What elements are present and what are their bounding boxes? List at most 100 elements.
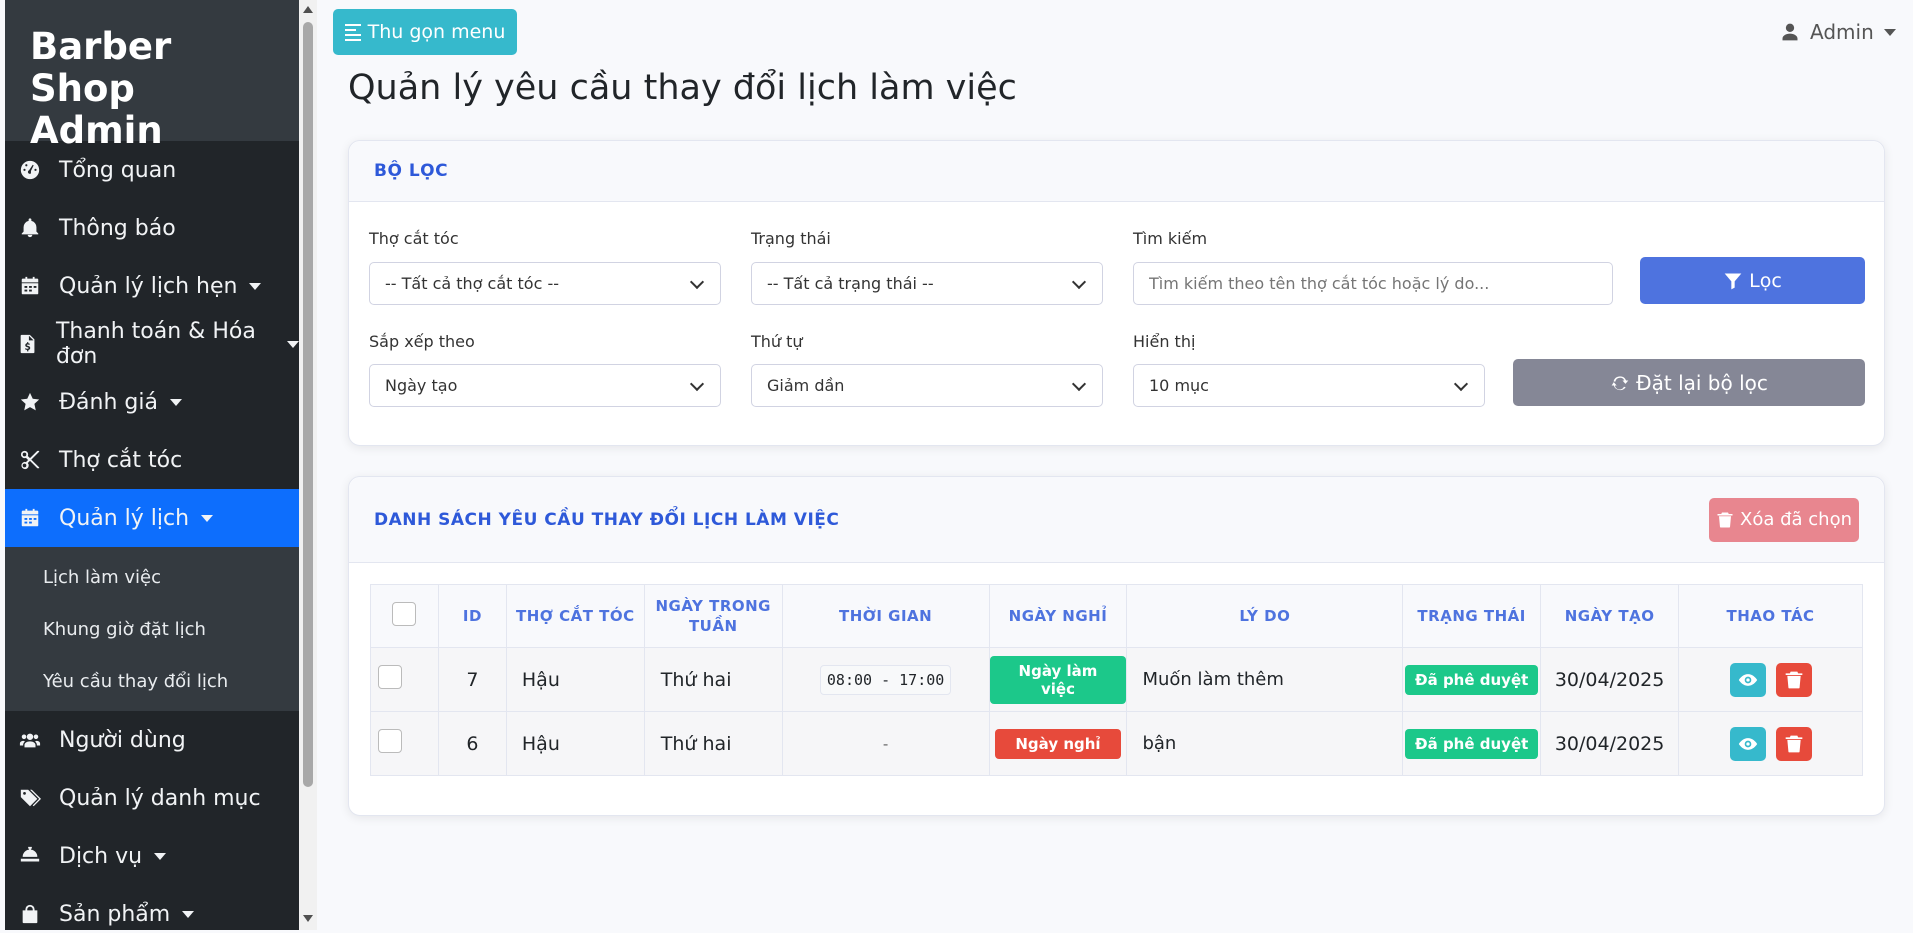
user-menu[interactable]: Admin [1780, 20, 1896, 44]
id-cell: 7 [437, 647, 507, 712]
reason-cell: bận [1126, 711, 1404, 776]
calendar-icon [17, 505, 43, 531]
row-select-cell [370, 711, 439, 776]
submenu-item-work-schedule[interactable]: Lịch làm việc [5, 551, 299, 603]
barber-cell: Hậu [505, 711, 645, 776]
tags-icon [17, 785, 43, 811]
sidebar-item-products[interactable]: Sản phẩm [5, 885, 299, 930]
search-input[interactable] [1133, 262, 1613, 305]
created-date-cell: 30/04/2025 [1540, 711, 1680, 776]
submenu-item-booking-slots[interactable]: Khung giờ đặt lịch [5, 603, 299, 655]
user-icon [1782, 23, 1798, 41]
column-header[interactable]: NGÀY TẠO [1540, 584, 1680, 648]
barber-select[interactable]: -- Tất cả thợ cắt tóc -- [369, 262, 721, 305]
column-header[interactable]: ID [437, 584, 507, 648]
scrollbar-thumb[interactable] [303, 22, 313, 787]
time-cell: - [781, 711, 990, 776]
chevron-down-icon [1071, 274, 1087, 290]
scroll-up-arrow-icon[interactable] [303, 6, 313, 13]
filter-funnel-icon [1724, 273, 1742, 289]
day-off-badge: Ngày làm việc [989, 655, 1127, 704]
page-title: Quản lý yêu cầu thay đổi lịch làm việc [348, 68, 1017, 108]
row-checkbox[interactable] [378, 665, 402, 689]
sidebar-item-label: Tổng quan [59, 157, 177, 183]
submenu-item-change-requests[interactable]: Yêu cầu thay đổi lịch [5, 655, 299, 707]
reset-filter-button[interactable]: Đặt lại bộ lọc [1513, 359, 1865, 406]
select-all-checkbox[interactable] [392, 601, 417, 626]
sidebar-item-schedule[interactable]: Quản lý lịch [5, 489, 299, 547]
sidebar-item-appointments[interactable]: Quản lý lịch hẹn [5, 257, 299, 315]
time-cell: 08:00 - 17:00 [781, 647, 990, 712]
column-header[interactable]: NGÀY TRONG TUẦN [643, 584, 783, 648]
table-header-row: ID THỢ CẮT TÓC NGÀY TRONG TUẦN THỜI GIAN… [370, 584, 1863, 648]
chevron-down-icon [689, 274, 705, 290]
row-select-cell [370, 647, 439, 712]
collapse-menu-button[interactable]: Thu gọn menu [333, 9, 517, 55]
shopping-bag-icon [17, 901, 43, 927]
brand-title: Barber Shop Admin [5, 0, 299, 152]
select-all-cell [370, 584, 439, 648]
user-name: Admin [1810, 20, 1874, 44]
scissors-icon [17, 447, 43, 473]
order-select[interactable]: Giảm dần [751, 364, 1103, 407]
delete-selected-button[interactable]: Xóa đã chọn [1709, 497, 1859, 542]
requests-list-card: DANH SÁCH YÊU CẦU THAY ĐỔI LỊCH LÀM VIỆC… [348, 476, 1885, 816]
caret-down-icon [249, 282, 262, 290]
day-off-cell: Ngày làm việc [988, 647, 1128, 712]
sort-label: Sắp xếp theo [369, 332, 475, 351]
schedule-submenu: Lịch làm việc Khung giờ đặt lịch Yêu cầu… [5, 547, 299, 711]
sort-select[interactable]: Ngày tạo [369, 364, 721, 407]
sidebar-item-notifications[interactable]: Thông báo [5, 199, 299, 257]
filter-button[interactable]: Lọc [1640, 257, 1865, 304]
actions-cell [1678, 711, 1863, 776]
column-header[interactable]: LÝ DO [1126, 584, 1404, 648]
sidebar-item-label: Thợ cắt tóc [59, 447, 183, 473]
sidebar: Barber Shop Admin Tổng quan Thông báo Qu… [5, 0, 299, 930]
sync-icon [1611, 375, 1629, 390]
filter-button-label: Lọc [1749, 269, 1782, 292]
sidebar-item-label: Thanh toán & Hóa đơn [55, 319, 256, 369]
filter-card: BỘ LỌC Thợ cắt tóc -- Tất cả thợ cắt tóc… [348, 140, 1885, 446]
sidebar-item-barbers[interactable]: Thợ cắt tóc [5, 431, 299, 489]
scroll-down-arrow-icon[interactable] [303, 915, 313, 922]
delete-button[interactable] [1775, 726, 1812, 761]
collapse-menu-label: Thu gọn menu [367, 21, 506, 43]
sidebar-item-services[interactable]: Dịch vụ [5, 827, 299, 885]
view-button[interactable] [1729, 662, 1766, 697]
delete-selected-label: Xóa đã chọn [1740, 509, 1852, 530]
calendar-icon [17, 273, 43, 299]
menu-lines-icon [344, 21, 361, 44]
column-header[interactable]: TRẠNG THÁI [1402, 584, 1542, 648]
table-row: 7 Hậu Thứ hai 08:00 - 17:00 Ngày làm việ… [370, 647, 1863, 712]
invoice-icon [17, 331, 40, 357]
sidebar-item-categories[interactable]: Quản lý danh mục [5, 769, 299, 827]
eye-icon [1738, 673, 1757, 686]
sidebar-scrollbar[interactable] [299, 0, 317, 930]
reason-cell: Muốn làm thêm [1126, 647, 1404, 712]
order-label: Thứ tự [751, 332, 803, 351]
delete-button[interactable] [1775, 662, 1812, 697]
bell-icon [17, 215, 43, 241]
status-select[interactable]: -- Tất cả trạng thái -- [751, 262, 1103, 305]
weekday-cell: Thứ hai [643, 647, 783, 712]
display-label: Hiển thị [1133, 332, 1196, 351]
barber-filter-label: Thợ cắt tóc [369, 229, 459, 248]
reset-button-label: Đặt lại bộ lọc [1636, 370, 1768, 395]
requests-table: ID THỢ CẮT TÓC NGÀY TRONG TUẦN THỜI GIAN… [370, 584, 1863, 776]
trash-icon [1785, 735, 1802, 752]
view-button[interactable] [1729, 726, 1766, 761]
list-card-header: DANH SÁCH YÊU CẦU THAY ĐỔI LỊCH LÀM VIỆC… [349, 477, 1884, 563]
created-date-cell: 30/04/2025 [1540, 647, 1680, 712]
chevron-down-icon [1453, 376, 1469, 392]
column-header[interactable]: THỜI GIAN [781, 584, 990, 648]
column-header[interactable]: THỢ CẮT TÓC [505, 584, 645, 648]
column-header[interactable]: NGÀY NGHỈ [988, 584, 1128, 648]
day-off-badge: Ngày nghỉ [995, 728, 1121, 759]
sidebar-item-users[interactable]: Người dùng [5, 711, 299, 769]
sort-select-value: Ngày tạo [385, 376, 458, 395]
sidebar-item-payments[interactable]: Thanh toán & Hóa đơn [5, 315, 299, 373]
status-badge: Đã phê duyệt [1405, 728, 1539, 759]
row-checkbox[interactable] [378, 729, 402, 753]
sidebar-item-reviews[interactable]: Đánh giá [5, 373, 299, 431]
display-count-select[interactable]: 10 mục [1133, 364, 1485, 407]
